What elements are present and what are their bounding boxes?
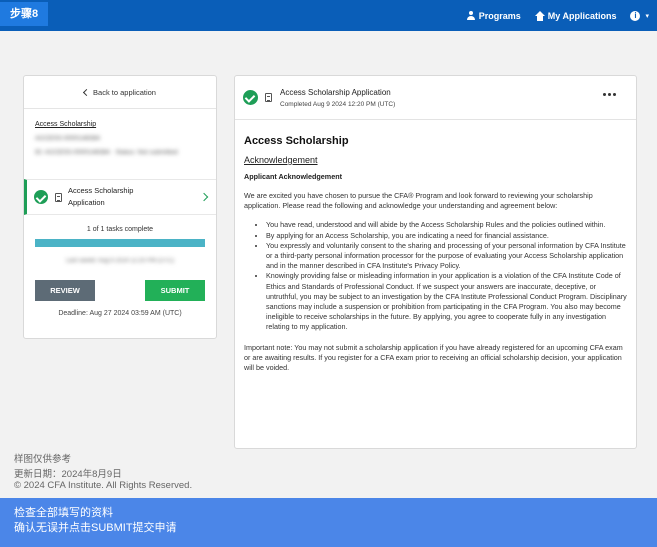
nav-my-applications[interactable]: My Applications — [534, 10, 617, 21]
top-navigation-bar: 步骤8 Programs My Applications i ▾ — [0, 0, 657, 31]
section-title: Applicant Acknowledgement — [244, 172, 342, 181]
important-note: Important note: You may not submit a sch… — [244, 342, 623, 373]
top-nav-links: Programs My Applications i ▾ — [466, 10, 649, 21]
application-info: Access Scholarship ACCESS-0000148384 ID:… — [24, 109, 216, 179]
task-access-scholarship-application[interactable]: Access Scholarship Application — [24, 179, 216, 215]
nav-programs[interactable]: Programs — [466, 10, 521, 21]
acknowledgement-list: You have read, understood and will abide… — [244, 220, 627, 332]
content-card-header: Access Scholarship Application Completed… — [235, 76, 636, 120]
banner-line-1: 检查全部填写的资料 — [14, 507, 113, 519]
banner-line-2: 确认无误并点击SUBMIT提交申请 — [14, 522, 177, 534]
list-item: You have read, understood and will abide… — [266, 220, 627, 230]
back-link-label: Back to application — [93, 87, 156, 97]
last-saved-text: Last saved: Aug 9 2024 12:20 PM (UTC) — [65, 258, 175, 264]
list-item: By applying for an Access Scholarship, y… — [266, 231, 627, 241]
footer-copyright: © 2024 CFA Institute. All Rights Reserve… — [14, 480, 193, 491]
action-buttons: REVIEW SUBMIT — [24, 280, 216, 301]
nav-info-menu[interactable]: i ▾ — [630, 10, 649, 21]
document-icon — [55, 192, 62, 202]
section-subheading: Acknowledgement — [244, 155, 318, 165]
chevron-right-icon — [199, 192, 209, 202]
check-circle-icon — [243, 90, 258, 105]
card-title-block: Access Scholarship Application Completed… — [280, 88, 395, 108]
person-icon — [466, 10, 476, 21]
task-label: Access Scholarship Application — [68, 186, 134, 207]
document-icon — [265, 93, 272, 102]
instruction-banner: 检查全部填写的资料 确认无误并点击SUBMIT提交申请 — [0, 498, 657, 547]
footer-sample-note: 样图仅供参考 — [14, 454, 72, 465]
application-sidebar-card: Back to application Access Scholarship A… — [23, 75, 217, 339]
review-button[interactable]: REVIEW — [35, 280, 95, 301]
page-title: Access Scholarship — [244, 135, 349, 147]
progress-section: 1 of 1 tasks complete Last saved: Aug 9 … — [24, 215, 216, 264]
application-content-card: Access Scholarship Application Completed… — [234, 75, 637, 449]
home-icon — [534, 10, 545, 21]
more-options-icon[interactable] — [603, 93, 616, 96]
progress-bar — [35, 239, 205, 247]
intro-paragraph: We are excited you have chosen to pursue… — [244, 191, 593, 211]
progress-bar-fill — [35, 239, 205, 247]
chevron-down-icon: ▾ — [645, 12, 649, 20]
list-item: Knowingly providing false or misleading … — [266, 271, 627, 332]
check-circle-icon — [34, 190, 48, 204]
content-body: Access Scholarship Acknowledgement Appli… — [235, 120, 636, 373]
nav-my-applications-label: My Applications — [547, 10, 617, 21]
application-status: ID: ACCESS-0000148384 · Status: Not subm… — [35, 149, 178, 156]
list-item: You expressly and voluntarily consent to… — [266, 241, 627, 272]
nav-programs-label: Programs — [478, 10, 521, 21]
card-title: Access Scholarship Application — [280, 87, 391, 97]
footer-update-date: 更新日期：2024年8月9日 — [14, 469, 122, 480]
info-icon: i — [630, 10, 641, 21]
submit-button[interactable]: SUBMIT — [145, 280, 205, 301]
completed-timestamp: Completed Aug 9 2024 12:20 PM (UTC) — [280, 100, 396, 108]
progress-text: 1 of 1 tasks complete — [86, 226, 154, 233]
deadline-text: Deadline: Aug 27 2024 03:59 AM (UTC) — [58, 310, 182, 317]
application-link[interactable]: Access Scholarship — [35, 121, 205, 128]
back-to-application-link[interactable]: Back to application — [24, 76, 216, 109]
application-id: ACCESS-0000148384 — [35, 135, 101, 142]
chevron-left-icon — [82, 88, 91, 96]
step-label: 步骤8 — [0, 1, 49, 26]
